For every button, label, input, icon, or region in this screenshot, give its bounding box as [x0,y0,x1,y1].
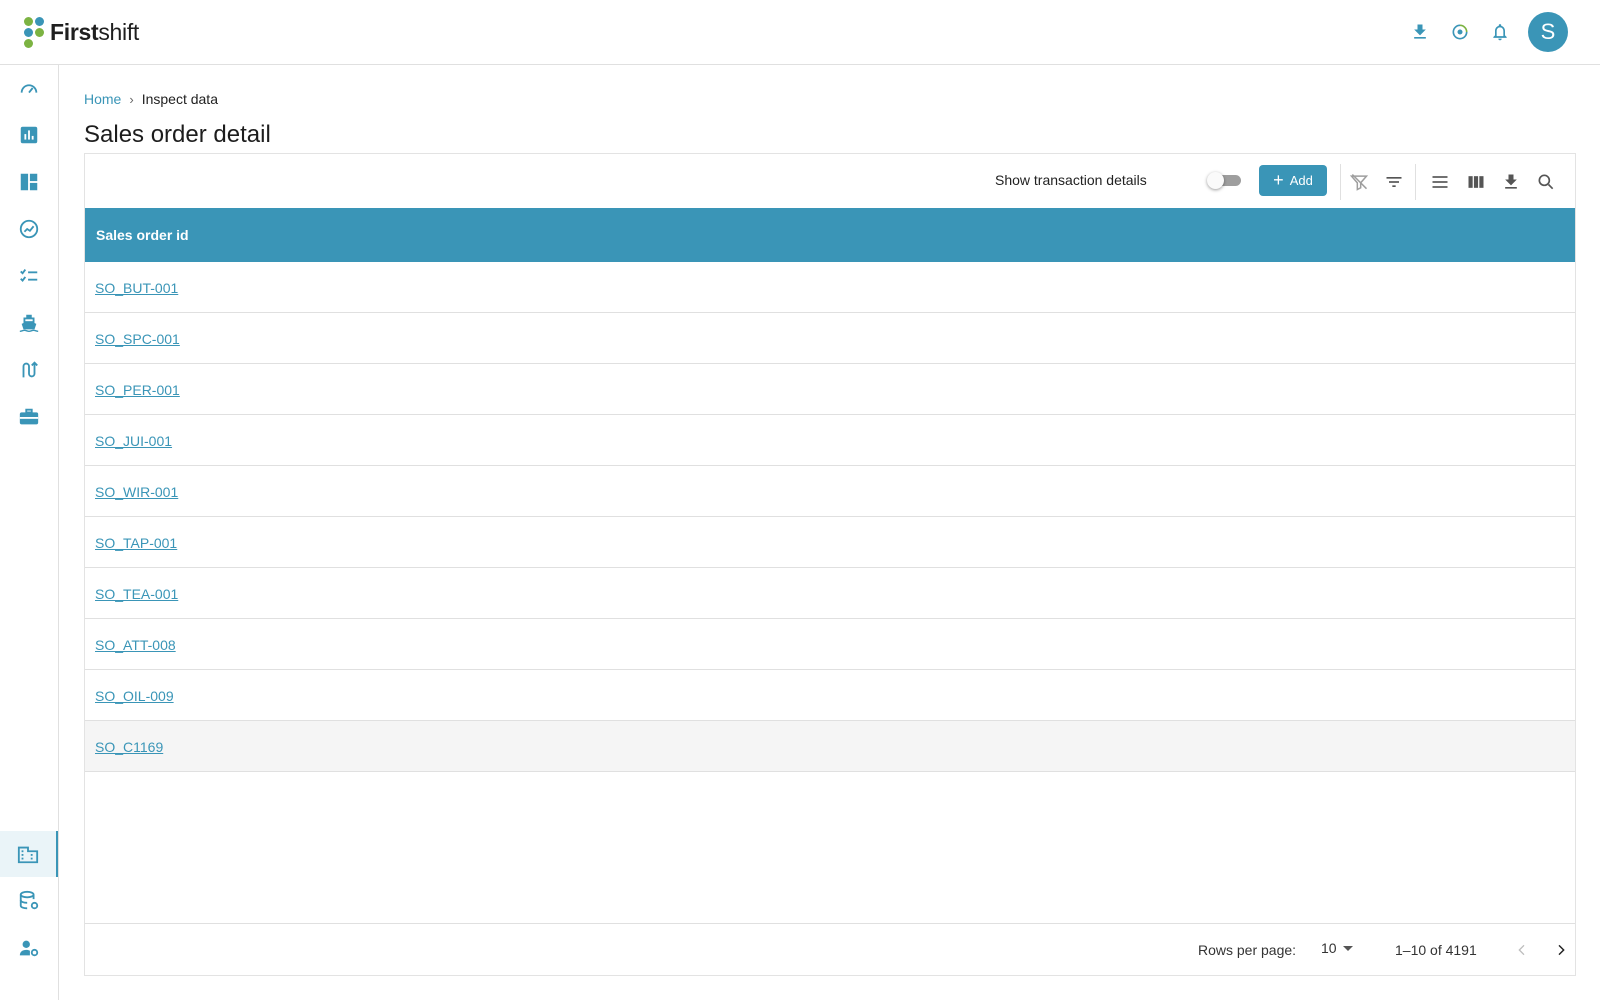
header-actions: S [1400,12,1568,52]
database-settings-icon [19,890,39,910]
table-row[interactable]: SO_WIR-001 [85,466,1575,517]
dashboard-icon [20,173,38,191]
sidebar-item-master-data[interactable] [0,831,58,877]
pagination-range: 1–10 of 4191 [1395,942,1477,958]
filter-icon[interactable] [1379,167,1409,197]
rows-per-page-select[interactable]: 10 [1321,940,1353,956]
breadcrumb-home-link[interactable]: Home [84,91,121,107]
grid-toolbar: Show transaction details + Add [85,154,1575,208]
breadcrumb: Home › Inspect data [84,91,218,107]
table-body: SO_BUT-001 SO_SPC-001 SO_PER-001 SO_JUI-… [85,262,1575,772]
sidebar-item-dashboard-speed[interactable] [0,65,58,111]
sidebar-item-user-settings[interactable] [0,925,58,971]
toolbar-divider [1415,164,1416,200]
table-row[interactable]: SO_PER-001 [85,364,1575,415]
route-icon [22,361,38,378]
download-icon[interactable] [1400,12,1440,52]
table-header: Sales order id [85,208,1575,262]
density-icon[interactable] [1425,167,1455,197]
next-page-button[interactable] [1549,938,1573,962]
breadcrumb-separator: › [129,91,134,107]
page-title: Sales order detail [84,121,271,148]
data-grid-panel: Show transaction details + Add Sales ord… [84,153,1576,976]
sidebar [0,65,59,1000]
transaction-details-toggle[interactable] [1207,172,1243,189]
rows-per-page-label: Rows per page: [1198,942,1297,958]
sidebar-item-trends[interactable] [0,206,58,252]
chevron-down-icon [1342,945,1353,951]
sidebar-item-flows[interactable] [0,347,58,393]
sales-order-link[interactable]: SO_TAP-001 [95,535,177,551]
table-row[interactable]: SO_TEA-001 [85,568,1575,619]
sync-icon[interactable] [1440,12,1480,52]
clear-filter-icon[interactable] [1344,167,1374,197]
briefcase-icon [19,408,39,425]
bar-chart-icon [20,126,38,144]
table-row[interactable]: SO_JUI-001 [85,415,1575,466]
top-bar: Firstshift S [0,0,1600,65]
sales-order-link[interactable]: SO_TEA-001 [95,586,178,602]
building-icon [17,846,39,864]
sales-order-link[interactable]: SO_ATT-008 [95,637,176,653]
previous-page-button[interactable] [1510,938,1534,962]
user-settings-icon [19,940,39,957]
table-row[interactable]: SO_OIL-009 [85,670,1575,721]
sales-order-link[interactable]: SO_PER-001 [95,382,180,398]
sales-order-link[interactable]: SO_OIL-009 [95,688,174,704]
add-button-label: Add [1289,173,1313,188]
table-row[interactable]: SO_C1169 [85,721,1575,772]
sidebar-item-tasks[interactable] [0,253,58,299]
sales-order-link[interactable]: SO_C1169 [95,739,163,755]
sidebar-item-data-settings[interactable] [0,878,58,924]
pagination-footer: Rows per page: 10 1–10 of 4191 [85,923,1575,975]
checklist-icon [20,269,38,282]
chevron-right-icon [1558,944,1565,956]
sidebar-item-workspace[interactable] [0,159,58,205]
bell-icon[interactable] [1480,12,1520,52]
logo-text: Firstshift [50,18,140,45]
column-header-sales-order-id[interactable]: Sales order id [96,227,189,243]
plus-icon: + [1273,169,1284,190]
search-icon[interactable] [1531,167,1561,197]
transaction-details-label: Show transaction details [995,172,1147,188]
columns-icon[interactable] [1461,167,1491,197]
breadcrumb-current: Inspect data [141,91,218,107]
sales-order-link[interactable]: SO_BUT-001 [95,280,178,296]
export-icon[interactable] [1496,167,1526,197]
ship-icon [19,314,39,332]
table-row[interactable]: SO_ATT-008 [85,619,1575,670]
toolbar-divider [1340,164,1341,200]
sales-order-link[interactable]: SO_WIR-001 [95,484,178,500]
chevron-left-icon [1518,944,1525,956]
sidebar-item-portfolio[interactable] [0,394,58,440]
sidebar-item-reports[interactable] [0,112,58,158]
table-row[interactable]: SO_SPC-001 [85,313,1575,364]
speedometer-icon [20,84,38,94]
logo-mark-icon [22,15,46,49]
avatar[interactable]: S [1528,12,1568,52]
sales-order-link[interactable]: SO_JUI-001 [95,433,172,449]
firstshift-logo[interactable]: Firstshift [22,15,139,49]
add-button[interactable]: + Add [1259,165,1327,196]
rows-per-page-value: 10 [1321,940,1337,956]
trend-icon [19,219,39,239]
table-row[interactable]: SO_TAP-001 [85,517,1575,568]
sales-order-link[interactable]: SO_SPC-001 [95,331,180,347]
table-row[interactable]: SO_BUT-001 [85,262,1575,313]
sidebar-item-shipping[interactable] [0,300,58,346]
